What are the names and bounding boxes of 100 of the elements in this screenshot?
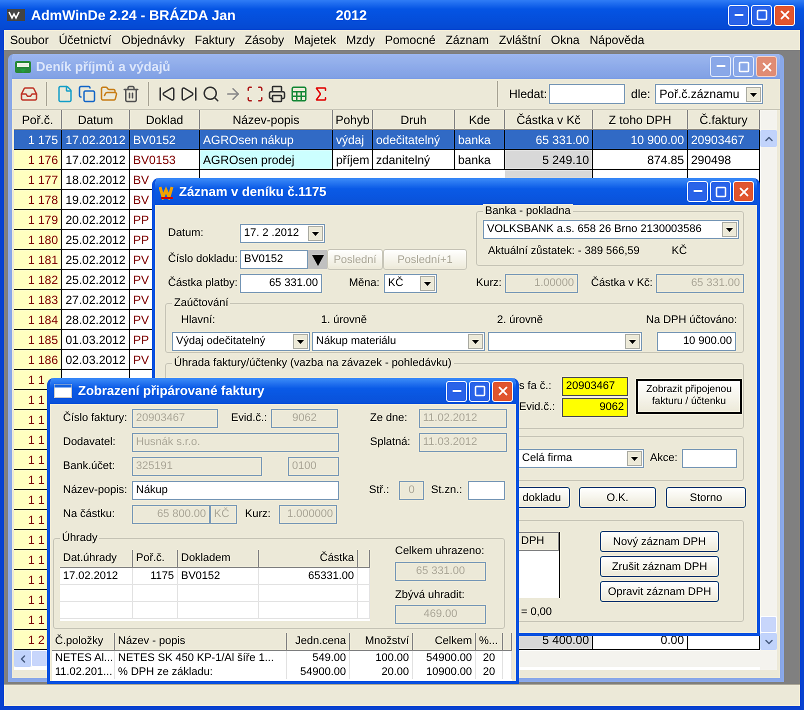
button[interactable]: O.K. — [579, 487, 656, 508]
table-cell: 10900.00 — [413, 665, 476, 679]
table-cell: 27.02.2012 — [62, 290, 130, 310]
table-cell: 1175 — [133, 568, 178, 585]
text-field[interactable]: 10 900.00 — [657, 332, 736, 351]
column-header[interactable]: Kde — [455, 110, 505, 130]
table-cell: 17.02.2012 — [62, 150, 130, 170]
field-label: s fa č.: — [519, 379, 552, 394]
column-header[interactable]: Název-popis — [200, 110, 333, 130]
table-cell: 20.00 — [350, 665, 413, 679]
field-label: Na DPH účtováno: — [646, 312, 738, 328]
dropdown-field[interactable]: 17. 2 .2012 — [240, 224, 325, 243]
field-label: Zbývá uhradit: — [395, 588, 466, 602]
currency-text: KČ — [672, 243, 687, 259]
menu-item[interactable]: Objednávky — [121, 31, 185, 49]
field-label: Splatná: — [370, 435, 412, 450]
field-label: St.zn.: — [431, 483, 464, 498]
table-cell: 02.03.2012 — [62, 350, 130, 370]
column-header[interactable]: Dokladem — [178, 550, 259, 568]
field-label: 2. úrovně — [497, 312, 544, 328]
table-cell: 17.02.2012 — [60, 568, 133, 585]
column-header[interactable]: Č.faktury — [688, 110, 760, 130]
menu-item[interactable]: Zásoby — [244, 31, 284, 49]
table-cell: odečitatelný — [373, 130, 455, 150]
text-field[interactable]: Nákup — [132, 481, 339, 500]
table-cell: 11.02.201... — [52, 665, 115, 679]
column-header[interactable]: Doklad — [130, 110, 200, 130]
table-cell: 100.00 — [350, 651, 413, 665]
table-cell: AGROsen nákup — [200, 130, 333, 150]
table-cell: 1 186 — [14, 350, 62, 370]
menu-item[interactable]: Okna — [550, 31, 580, 49]
dropdown-field[interactable]: VOLKSBANK a.s. 658 26 Brno 2130003586 — [483, 220, 739, 239]
column-header[interactable]: Celkem — [413, 633, 476, 651]
column-header[interactable]: Datum — [62, 110, 130, 130]
field-label: Stř.: — [369, 483, 390, 498]
column-header[interactable]: DPH — [518, 532, 559, 551]
column-header[interactable]: Z toho DPH — [593, 110, 688, 130]
field-label: Ze dne: — [370, 411, 408, 426]
table-cell: zdanitelný — [373, 150, 455, 170]
field-label: Evid.č.: — [231, 411, 268, 426]
column-header[interactable]: Částka — [259, 550, 358, 568]
column-header[interactable]: Poř.č. — [133, 550, 178, 568]
dropdown-field[interactable]: Nákup materiálu — [312, 332, 485, 351]
menu-item[interactable]: Soubor — [10, 31, 49, 49]
text-field[interactable]: BV0152 — [240, 250, 308, 269]
column-header[interactable]: Množství — [350, 633, 413, 651]
button[interactable]: Nový záznam DPH — [600, 531, 719, 552]
table-cell: 17.02.2012 — [62, 130, 130, 150]
table-cell: 1 180 — [14, 230, 62, 250]
table-cell: 290498 — [688, 150, 760, 170]
column-header[interactable]: Jedn.cena — [287, 633, 350, 651]
table-cell: 1 176 — [14, 150, 62, 170]
table-cell: příjem — [333, 150, 373, 170]
group-title: Banka - pokladna — [483, 204, 573, 218]
dropdown-field[interactable]: KČ — [384, 274, 437, 293]
field-label: Na částku: — [63, 507, 116, 522]
column-header[interactable]: Poř.č. — [14, 110, 62, 130]
menu-item[interactable]: Mzdy — [346, 31, 375, 49]
field-label: Akce: — [650, 451, 678, 466]
column-header[interactable]: Pohyb — [333, 110, 373, 130]
menu-item[interactable]: Nápověda — [590, 31, 644, 49]
button[interactable]: Opravit záznam DPH — [600, 581, 719, 602]
menu-item[interactable]: Faktury — [194, 31, 235, 49]
column-header[interactable]: Druh — [373, 110, 455, 130]
table-cell: výdaj — [333, 130, 373, 150]
table-cell: NETES Al... — [52, 651, 115, 665]
menu-item[interactable]: Majetek — [294, 31, 336, 49]
column-header[interactable]: Název - popis — [115, 633, 287, 651]
button[interactable]: Zrušit záznam DPH — [600, 556, 719, 577]
dropdown-field[interactable]: Výdaj odečitatelný — [172, 332, 310, 351]
dropdown-field[interactable]: Poř.č.záznamu — [655, 84, 764, 104]
table-cell: 20 — [476, 665, 503, 679]
table-cell: BV0152 — [130, 130, 200, 150]
table-cell: banka — [455, 150, 505, 170]
menu-item[interactable]: Záznam — [446, 31, 489, 49]
balance-text: Aktuální zůstatek: - 389 566,59 — [488, 244, 640, 259]
table-cell: 1 185 — [14, 330, 62, 350]
text-field[interactable]: 65 331.00 — [240, 274, 322, 293]
table-cell: 10 900.00 — [593, 130, 688, 150]
show-invoice-button[interactable]: Zobrazit připojenou fakturu / účtenku — [636, 378, 742, 414]
table-cell: 1 179 — [14, 210, 62, 230]
window-title: Zobrazení připárované faktury — [78, 382, 264, 400]
dropdown-field[interactable]: Celá firma — [518, 449, 644, 468]
menu-item[interactable]: Pomocné — [384, 31, 436, 49]
column-header[interactable]: Dat.úhrady — [60, 550, 133, 568]
column-header[interactable]: %... — [476, 633, 503, 651]
app-title: AdmWinDe 2.24 - BRÁZDA Jan — [31, 6, 236, 24]
column-header[interactable]: Č.položky — [52, 633, 115, 651]
menu-item[interactable]: Zvláštní — [498, 31, 541, 49]
table-cell: NETES SK 450 KP-1/Al šíře 1... — [115, 651, 287, 665]
table-cell: 20 — [476, 651, 503, 665]
text-field[interactable]: 9062 — [562, 398, 628, 417]
field-label: Kurz: — [245, 507, 272, 522]
table-cell: 28.02.2012 — [62, 310, 130, 330]
menu-item[interactable]: Účetnictví — [58, 31, 112, 49]
field-label: Bank.účet: — [63, 459, 116, 474]
table-cell: 1 182 — [14, 270, 62, 290]
button[interactable]: Storno — [666, 487, 746, 508]
text-field[interactable]: 20903467 — [562, 377, 628, 396]
column-header[interactable]: Částka v Kč — [505, 110, 593, 130]
